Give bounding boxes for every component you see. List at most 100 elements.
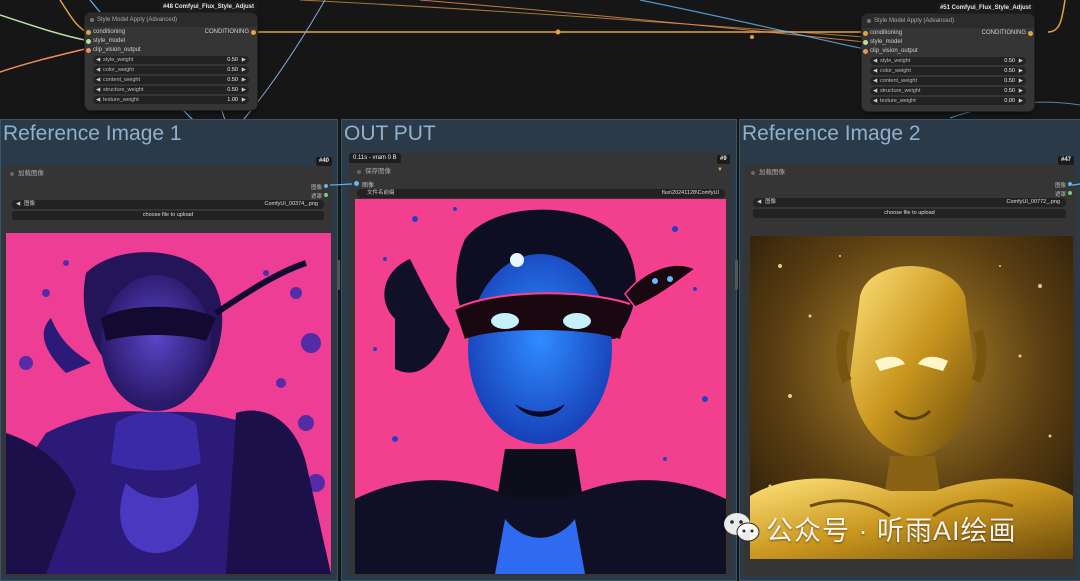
widget-label: color_weight [880,68,911,74]
increment-arrow-icon[interactable]: ▶ [1019,87,1023,95]
widget-label: style_weight [103,57,134,63]
image-filename: ComfyUI_00772_.png [1006,199,1060,205]
style-weight-widget[interactable]: ◀ style_weight 0.50 ▶ [93,56,249,64]
decrement-arrow-icon[interactable]: ◀ [96,76,100,84]
input-style-model[interactable]: style_model [85,37,125,46]
widget-label: 文件名前缀 [367,190,395,196]
decrement-arrow-icon[interactable]: ◀ [873,97,877,105]
widget-value: 0.00 [1004,98,1015,104]
group-title[interactable]: Reference Image 2 [742,122,921,146]
widget-value: 0.50 [1004,78,1015,84]
increment-arrow-icon[interactable]: ▶ [242,86,246,94]
left-arrow-icon[interactable]: ◀ [16,200,20,209]
group-title[interactable]: Reference Image 1 [3,122,182,146]
widget-value: 0.50 [227,57,238,63]
node-title[interactable]: 加载图像 [743,167,1076,179]
node-badge: #47 [1058,156,1075,165]
texture-weight-widget[interactable]: ◀ texture_weight 0.00 ▶ [870,97,1026,105]
texture-weight-widget[interactable]: ◀ texture_weight 1.00 ▶ [93,96,249,104]
decrement-arrow-icon[interactable]: ◀ [873,57,877,65]
input-style-model[interactable]: style_model [862,38,902,47]
increment-arrow-icon[interactable]: ▶ [242,76,246,84]
widget-value: 0.50 [1004,88,1015,94]
widget-label: 图像 [24,201,36,207]
widget-value: 0.50 [227,87,238,93]
widget-label: content_weight [880,78,917,84]
widget-label: 图像 [765,199,777,205]
left-arrow-icon[interactable]: ◀ [757,198,761,207]
structure-weight-widget[interactable]: ◀ structure_weight 0.50 ▶ [870,87,1026,95]
group-title[interactable]: OUT PUT [344,122,436,146]
widget-label: structure_weight [880,88,921,94]
decrement-arrow-icon[interactable]: ◀ [873,87,877,95]
decrement-arrow-icon[interactable]: ◀ [873,67,877,75]
style-model-apply-node-48[interactable]: #48 Comfyui_Flux_Style_Adjust Style Mode… [85,2,257,110]
image-select-widget[interactable]: ◀ 图像 ComfyUI_00772_.png [753,198,1066,207]
node-title[interactable]: Style Model Apply (Advanced) [862,14,1034,28]
output-mask[interactable]: 遮罩 [311,192,329,200]
widget-label: texture_weight [103,97,139,103]
increment-arrow-icon[interactable]: ▶ [1019,67,1023,75]
scroll-handle[interactable] [337,260,340,290]
choose-file-button[interactable]: choose file to upload [753,209,1066,218]
node-title[interactable]: 加载图像 [2,168,332,180]
widget-value: 0.50 [227,67,238,73]
input-clip-vision-output[interactable]: clip_vision_output [863,47,918,56]
filename-prefix-widget[interactable]: 文件名前缀 flux\20241128\ComfyUI [357,189,725,198]
output-mask[interactable]: 遮罩 [1055,190,1073,198]
decrement-arrow-icon[interactable]: ◀ [96,96,100,104]
node-badge: #51 Comfyui_Flux_Style_Adjust [936,3,1034,13]
widget-value: 0.50 [227,77,238,83]
color-weight-widget[interactable]: ◀ color_weight 0.50 ▶ [870,67,1026,75]
widget-label: structure_weight [103,87,144,93]
scroll-handle[interactable] [735,260,738,290]
node-badge: #40 [316,157,333,166]
watermark-text: 公众号 · 听雨AI绘画 [766,515,1017,546]
content-weight-widget[interactable]: ◀ content_weight 0.50 ▶ [93,76,249,84]
increment-arrow-icon[interactable]: ▶ [1019,77,1023,85]
decrement-arrow-icon[interactable]: ◀ [96,56,100,64]
widget-value: 0.50 [1004,58,1015,64]
content-weight-widget[interactable]: ◀ content_weight 0.50 ▶ [870,77,1026,85]
output-conditioning[interactable]: CONDITIONING [205,28,257,37]
image-filename: ComfyUI_00374_.png [264,201,318,207]
node-title[interactable]: Style Model Apply (Advanced) [85,13,257,27]
input-conditioning[interactable]: conditioning [862,29,902,38]
wechat-icon [722,511,762,545]
increment-arrow-icon[interactable]: ▶ [1019,57,1023,65]
color-weight-widget[interactable]: ◀ color_weight 0.50 ▶ [93,66,249,74]
increment-arrow-icon[interactable]: ▶ [1019,97,1023,105]
increment-arrow-icon[interactable]: ▶ [242,96,246,104]
node-badge: #9 [717,155,730,164]
output-image[interactable]: 图像 [311,183,329,191]
node-title[interactable]: 保存图像 [349,166,731,178]
input-clip-vision-output[interactable]: clip_vision_output [86,46,141,55]
execution-status: 0.11s - vram 0 B [349,153,401,163]
increment-arrow-icon[interactable]: ▶ [242,66,246,74]
widget-label: color_weight [103,67,134,73]
input-image[interactable]: 图像 [353,180,374,189]
style-model-apply-node-51[interactable]: #51 Comfyui_Flux_Style_Adjust Style Mode… [862,3,1034,111]
decrement-arrow-icon[interactable]: ◀ [96,66,100,74]
increment-arrow-icon[interactable]: ▶ [242,56,246,64]
widget-value: 1.00 [227,97,238,103]
output-image-preview [355,199,726,574]
style-weight-widget[interactable]: ◀ style_weight 0.50 ▶ [870,57,1026,65]
output-conditioning[interactable]: CONDITIONING [982,29,1034,38]
widget-label: content_weight [103,77,140,83]
filename-prefix-value: flux\20241128\ComfyUI [661,190,719,196]
collapse-icon[interactable]: ▼ [717,167,723,173]
widget-value: 0.50 [1004,68,1015,74]
reference-image-1-preview [6,233,331,574]
decrement-arrow-icon[interactable]: ◀ [873,77,877,85]
widget-label: texture_weight [880,98,916,104]
structure-weight-widget[interactable]: ◀ structure_weight 0.50 ▶ [93,86,249,94]
node-badge: #48 Comfyui_Flux_Style_Adjust [159,2,257,12]
widget-label: style_weight [880,58,911,64]
image-select-widget[interactable]: ◀ 图像 ComfyUI_00374_.png [12,200,324,209]
choose-file-button[interactable]: choose file to upload [12,211,324,220]
decrement-arrow-icon[interactable]: ◀ [96,86,100,94]
output-image[interactable]: 图像 [1055,181,1073,189]
input-conditioning[interactable]: conditioning [85,28,125,37]
watermark: 公众号 · 听雨AI绘画 [722,508,1017,548]
